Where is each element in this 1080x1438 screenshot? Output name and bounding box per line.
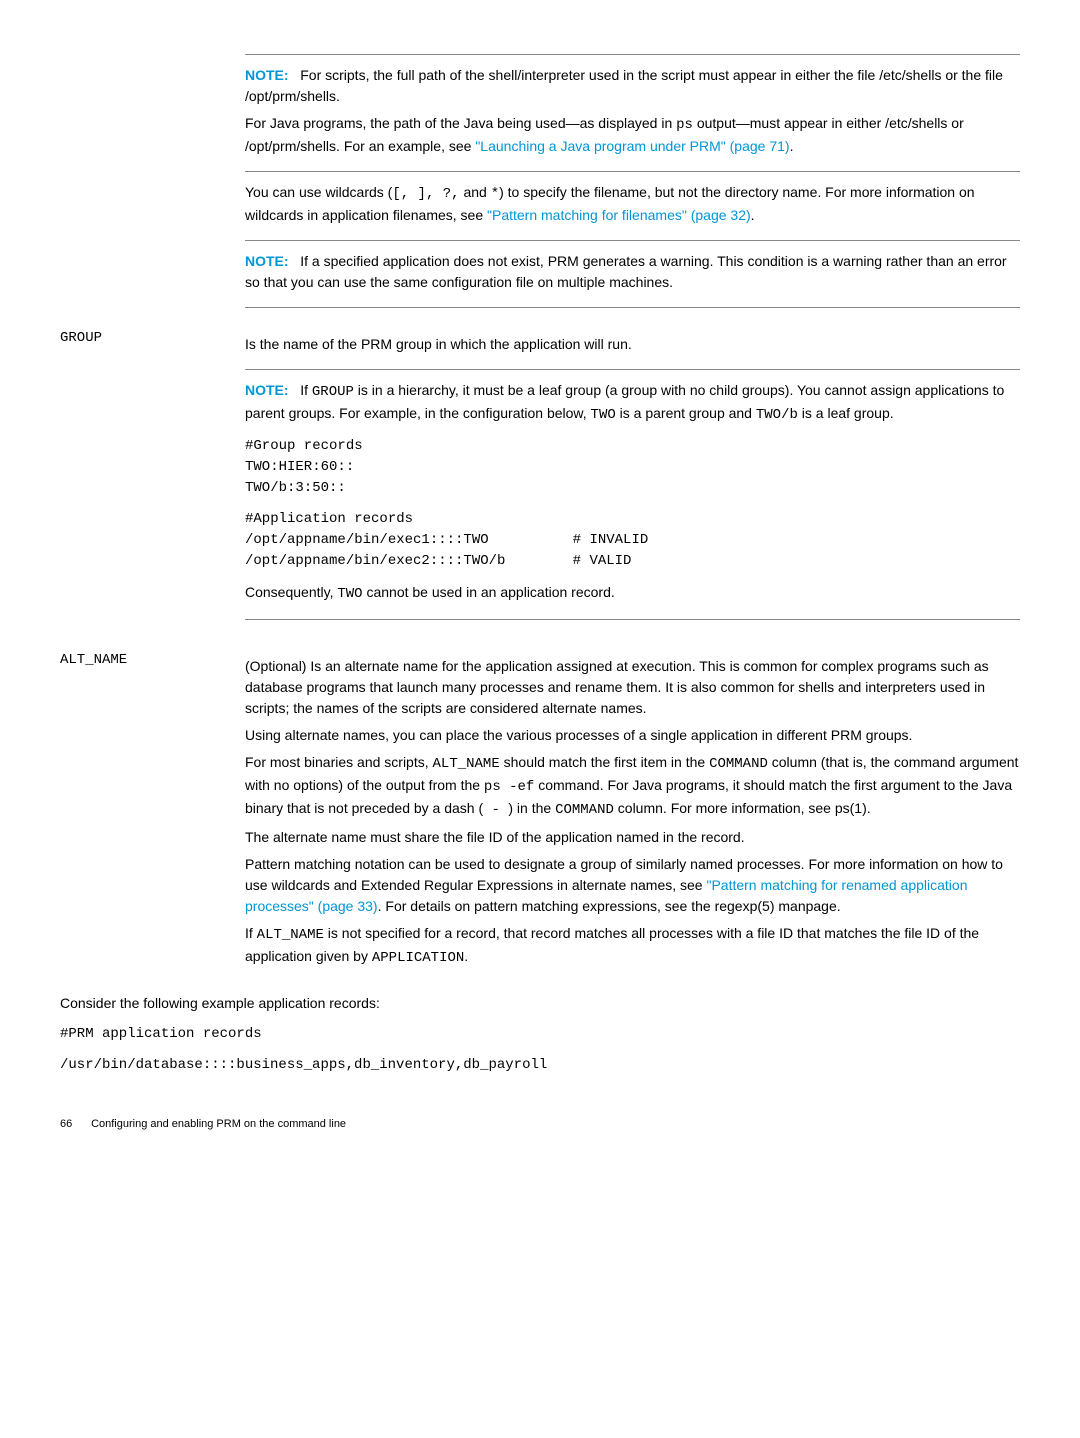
section-block-1: NOTE: For scripts, the full path of the …: [245, 54, 1020, 308]
text: and: [460, 184, 491, 200]
term-alt-name: ALT_NAME: [60, 650, 245, 671]
text: ) in the: [508, 800, 555, 816]
text: is a leaf group.: [798, 405, 894, 421]
divider: [245, 307, 1020, 308]
definition-alt-name: ALT_NAME (Optional) Is an alternate name…: [60, 650, 1020, 975]
text: is a parent group and: [616, 405, 756, 421]
note-text: For scripts, the full path of the shell/…: [245, 67, 1003, 104]
definition-group: GROUP Is the name of the PRM group in wh…: [60, 328, 1020, 630]
code-two-b: TWO/b: [756, 407, 798, 423]
term-group: GROUP: [60, 328, 245, 349]
text: column. For more information, see ps(1).: [614, 800, 871, 816]
text: Consequently,: [245, 584, 337, 600]
alt-para1: (Optional) Is an alternate name for the …: [245, 656, 1020, 719]
text: . For details on pattern matching expres…: [378, 898, 841, 914]
definition-body: (Optional) Is an alternate name for the …: [245, 650, 1020, 975]
text: If: [245, 925, 257, 941]
code-brackets: [, ], ?,: [392, 186, 459, 202]
wildcards-paragraph: You can use wildcards ([, ], ?, and *) t…: [245, 182, 1020, 226]
text: .: [751, 207, 755, 223]
divider: [245, 369, 1020, 370]
code-group: GROUP: [312, 384, 354, 400]
code-group-records: #Group records TWO:HIER:60:: TWO/b:3:50:…: [245, 436, 1020, 499]
page-footer: 66 Configuring and enabling PRM on the c…: [60, 1116, 1020, 1133]
note-paragraph: NOTE: If a specified application does no…: [245, 251, 1020, 293]
code-ps-ef: ps -ef: [484, 779, 534, 795]
alt-para2: Using alternate names, you can place the…: [245, 725, 1020, 746]
code-command: COMMAND: [555, 802, 614, 818]
code-command: COMMAND: [709, 756, 768, 772]
text: You can use wildcards (: [245, 184, 392, 200]
code-star: *: [491, 186, 499, 202]
text: .: [790, 138, 794, 154]
divider: [245, 240, 1020, 241]
alt-para3: For most binaries and scripts, ALT_NAME …: [245, 752, 1020, 821]
text: If: [300, 382, 312, 398]
note-text: If a specified application does not exis…: [245, 253, 1007, 290]
code-prm-records: #PRM application records: [60, 1024, 1020, 1045]
alt-para6: If ALT_NAME is not specified for a recor…: [245, 923, 1020, 969]
divider: [245, 54, 1020, 55]
code-two: TWO: [591, 407, 616, 423]
group-description: Is the name of the PRM group in which th…: [245, 334, 1020, 355]
note-label: NOTE:: [245, 67, 289, 83]
text: For most binaries and scripts,: [245, 754, 433, 770]
link-pattern-matching-filenames[interactable]: "Pattern matching for filenames" (page 3…: [487, 207, 751, 223]
code-two: TWO: [337, 586, 362, 602]
code-application-records: #Application records /opt/appname/bin/ex…: [245, 509, 1020, 572]
code-database-example: /usr/bin/database::::business_apps,db_in…: [60, 1055, 1020, 1076]
code-alt-name: ALT_NAME: [257, 927, 324, 943]
text: should match the first item in the: [500, 754, 709, 770]
consequently-paragraph: Consequently, TWO cannot be used in an a…: [245, 582, 1020, 605]
page-number: 66: [60, 1116, 88, 1133]
code-ps: ps: [676, 117, 693, 133]
text: cannot be used in an application record.: [363, 584, 615, 600]
note-label: NOTE:: [245, 253, 289, 269]
java-paragraph: For Java programs, the path of the Java …: [245, 113, 1020, 157]
alt-para4: The alternate name must share the file I…: [245, 827, 1020, 848]
text: For Java programs, the path of the Java …: [245, 115, 676, 131]
code-application: APPLICATION: [372, 950, 464, 966]
note-paragraph: NOTE: If GROUP is in a hierarchy, it mus…: [245, 380, 1020, 426]
note-paragraph: NOTE: For scripts, the full path of the …: [245, 65, 1020, 107]
text: is not specified for a record, that reco…: [245, 925, 979, 964]
consider-text: Consider the following example applicati…: [60, 993, 1020, 1014]
code-alt-name: ALT_NAME: [433, 756, 500, 772]
code-dash: -: [483, 802, 508, 818]
note-label: NOTE:: [245, 382, 289, 398]
footer-title: Configuring and enabling PRM on the comm…: [91, 1118, 346, 1130]
divider: [245, 171, 1020, 172]
alt-para5: Pattern matching notation can be used to…: [245, 854, 1020, 917]
text: .: [464, 948, 468, 964]
divider: [245, 619, 1020, 620]
link-launching-java[interactable]: "Launching a Java program under PRM" (pa…: [475, 138, 789, 154]
definition-body: Is the name of the PRM group in which th…: [245, 328, 1020, 630]
